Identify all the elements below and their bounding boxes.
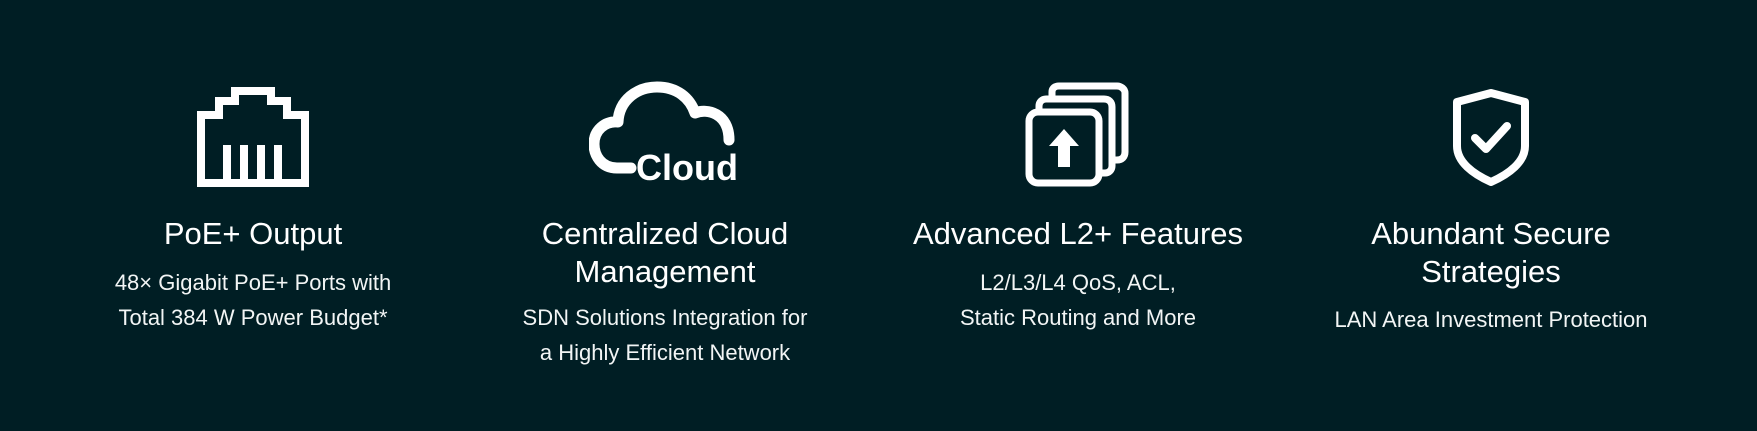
shield-check-icon — [1311, 82, 1671, 192]
cloud-icon-text: Cloud — [636, 147, 738, 186]
feature-description: SDN Solutions Integration for a Highly E… — [522, 305, 808, 365]
feature-title: Abundant Secure Strategies — [1371, 216, 1611, 289]
feature-description: 48× Gigabit PoE+ Ports with Total 384 W … — [114, 270, 392, 330]
feature-title: Centralized Cloud Management — [541, 216, 789, 289]
ethernet-port-icon — [73, 82, 433, 192]
cloud-icon: Cloud — [485, 78, 845, 188]
features-section: PoE+ Output 48× Gigabit PoE+ Ports with … — [0, 0, 1757, 431]
feature-description: L2/L3/L4 QoS, ACL, Static Routing and Mo… — [959, 270, 1197, 330]
stacked-layers-upgrade-icon — [898, 80, 1258, 190]
feature-title: Advanced L2+ Features — [912, 216, 1244, 251]
feature-title: PoE+ Output — [163, 216, 343, 251]
feature-description: LAN Area Investment Protection — [1334, 307, 1648, 332]
